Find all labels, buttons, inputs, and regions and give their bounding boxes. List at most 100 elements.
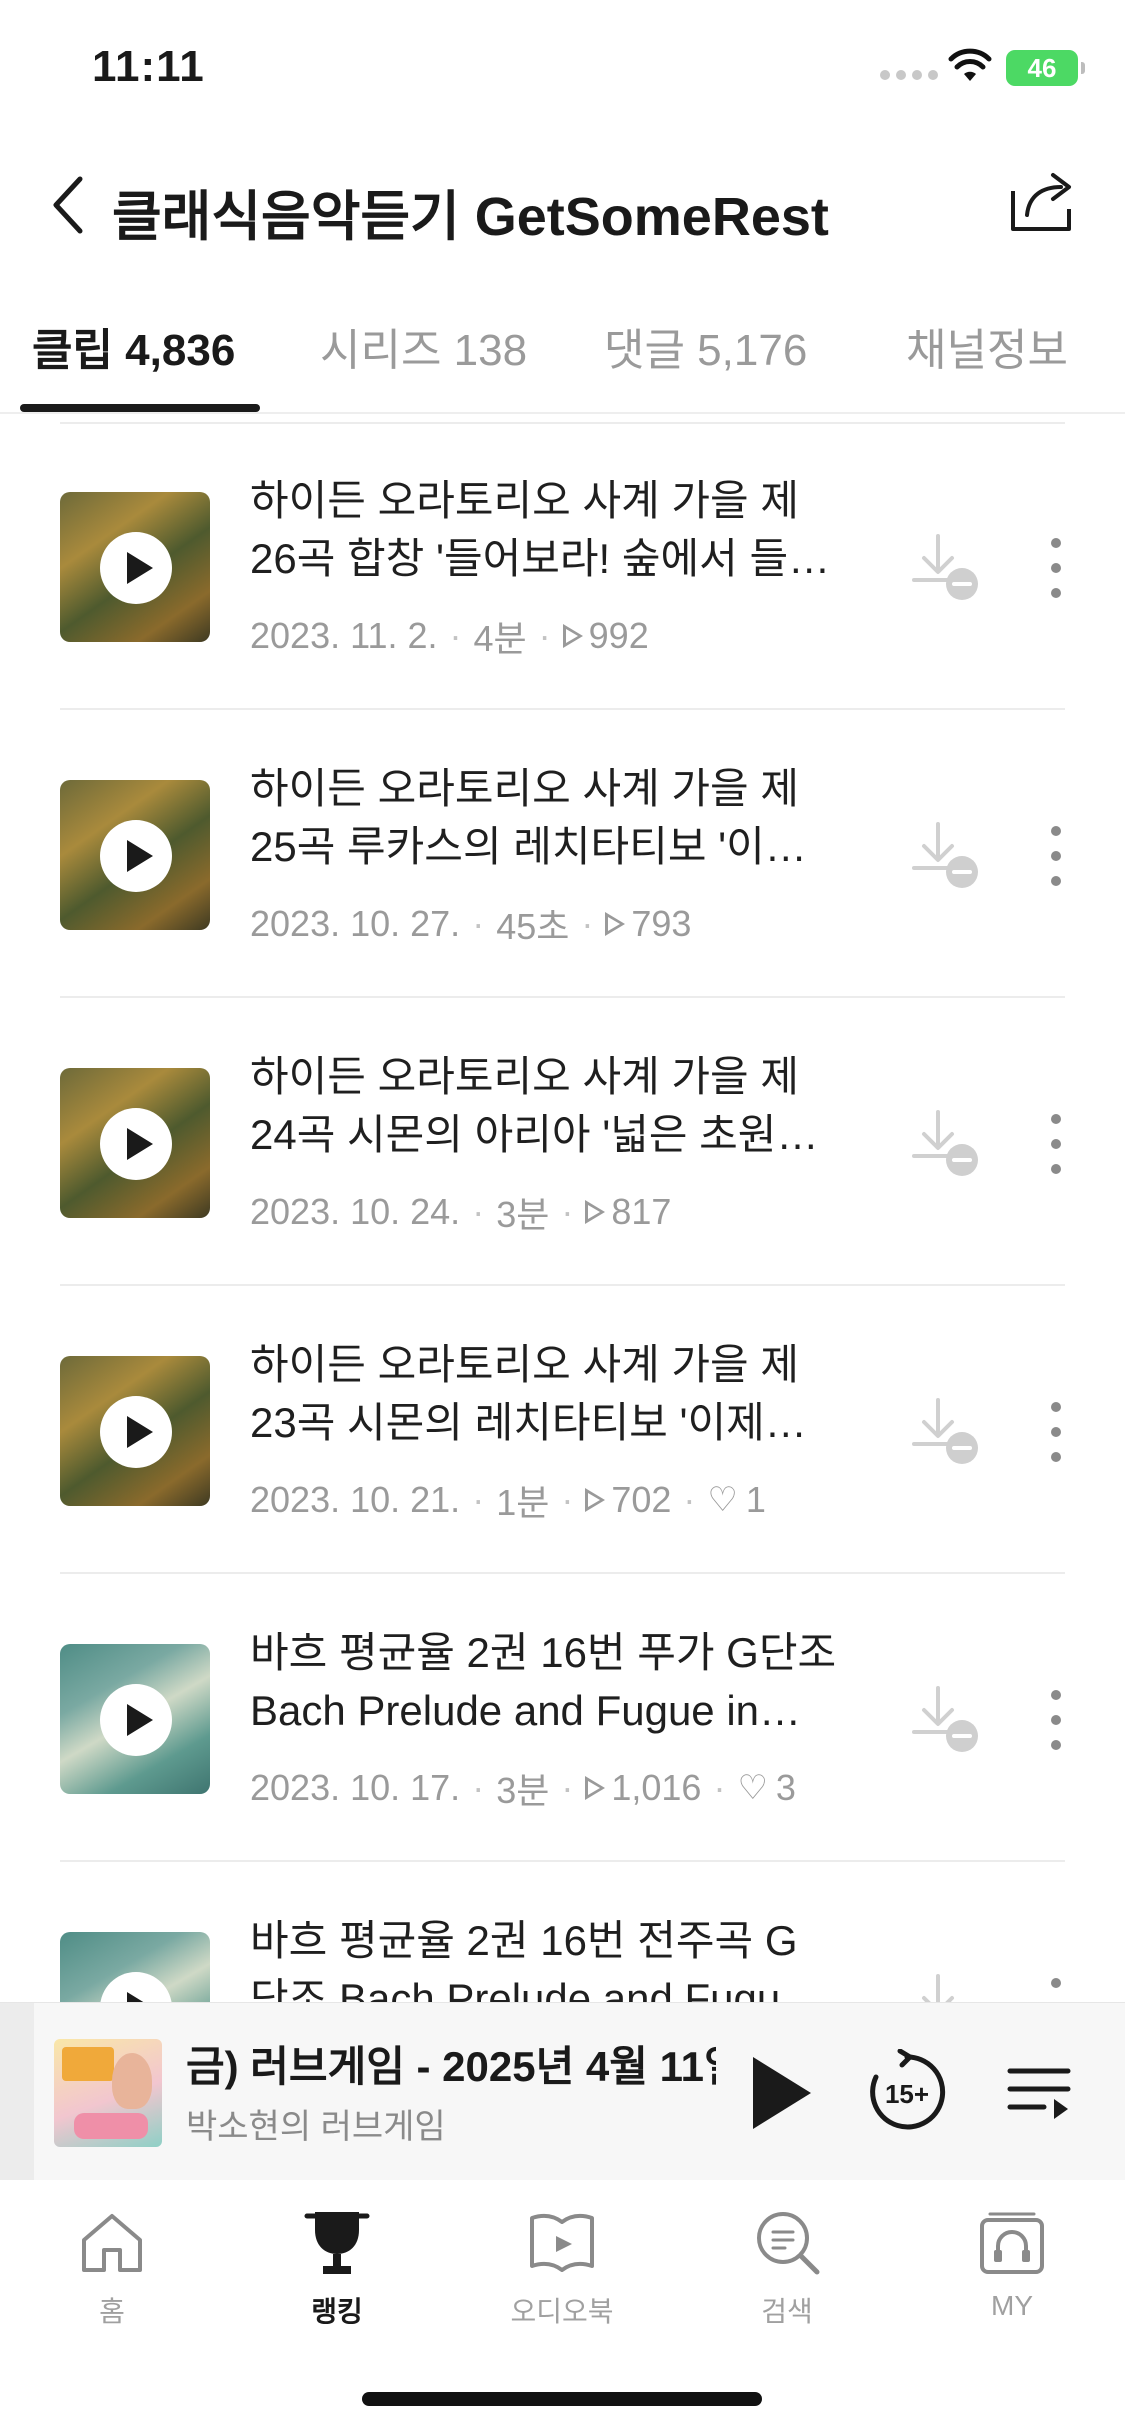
- headphones-icon: [980, 2212, 1044, 2274]
- clip-duration: 45초: [496, 906, 570, 947]
- clip-duration: 3분: [496, 1194, 550, 1235]
- clip-likes: 1: [745, 1479, 766, 1520]
- clip-title[interactable]: 하이든 오라토리오 사계 가을 제 25곡 루카스의 레치타티보 '이…: [250, 760, 860, 876]
- list-item[interactable]: 바흐 평균율 2권 16번 푸가 G단조 Bach Prelude and Fu…: [0, 1574, 1125, 1862]
- tab-bar: 클립 4,836 시리즈 138 댓글 5,176 채널정보: [0, 300, 1125, 414]
- download-disabled-icon[interactable]: [908, 530, 988, 610]
- clip-plays: 992: [588, 615, 649, 656]
- heart-icon: ♡: [707, 1481, 738, 1519]
- nav-search[interactable]: 검색: [707, 2206, 867, 2346]
- clip-title-line: 바흐 평균율 2권 16번 전주곡 G: [250, 1917, 798, 1964]
- list-item[interactable]: 하이든 오라토리오 사계 가을 제 23곡 시몬의 레치타티보 '이제… 202…: [0, 1286, 1125, 1574]
- download-disabled-icon[interactable]: [908, 1682, 988, 1762]
- clip-meta: 2023. 10. 17. · 3분 · 1,016 · ♡ 3: [250, 1762, 796, 1814]
- clip-likes: 3: [775, 1767, 796, 1808]
- clip-meta: 2023. 11. 2. · 4분 · 992: [250, 610, 649, 662]
- mini-player-handle[interactable]: [0, 2003, 34, 2181]
- list-item[interactable]: 하이든 오라토리오 사계 가을 제 25곡 루카스의 레치타티보 '이… 202…: [0, 710, 1125, 998]
- clip-thumbnail[interactable]: [60, 780, 210, 930]
- nav-home[interactable]: 홈: [32, 2206, 192, 2346]
- play-icon[interactable]: [100, 1684, 172, 1756]
- home-indicator: [362, 2392, 762, 2406]
- play-icon[interactable]: [100, 820, 172, 892]
- clip-thumbnail[interactable]: [60, 1932, 210, 2002]
- play-icon[interactable]: [100, 1972, 172, 2002]
- nav-label: 오디오북: [510, 2296, 614, 2327]
- tab-comments[interactable]: 댓글 5,176: [604, 314, 807, 378]
- back-button[interactable]: [40, 170, 96, 240]
- clip-date: 2023. 10. 21.: [250, 1479, 461, 1520]
- clip-title[interactable]: 바흐 평균율 2권 16번 푸가 G단조 Bach Prelude and Fu…: [250, 1624, 860, 1740]
- clip-thumbnail[interactable]: [60, 1068, 210, 1218]
- clip-date: 2023. 10. 17.: [250, 1767, 461, 1808]
- clip-thumbnail[interactable]: [60, 1644, 210, 1794]
- more-options-icon[interactable]: [1036, 826, 1076, 886]
- now-playing-cover[interactable]: [54, 2039, 162, 2147]
- chevron-left-icon: [53, 176, 83, 234]
- play-icon[interactable]: [100, 1108, 172, 1180]
- header: 클래식음악듣기 GetSomeRest: [0, 150, 1125, 260]
- tab-channel-info[interactable]: 채널정보: [906, 314, 1068, 378]
- nav-audiobook[interactable]: 오디오북: [482, 2206, 642, 2346]
- clip-title-line: 하이든 오라토리오 사계 가을 제: [250, 765, 799, 812]
- status-time: 11:11: [92, 42, 205, 91]
- clip-duration: 3분: [496, 1770, 550, 1811]
- clip-title[interactable]: 하이든 오라토리오 사계 가을 제 24곡 시몬의 아리아 '넓은 초원…: [250, 1048, 860, 1164]
- play-icon[interactable]: [100, 532, 172, 604]
- wifi-icon: [948, 48, 992, 81]
- clip-title[interactable]: 바흐 평균율 2권 16번 전주곡 G 단조 Bach Prelude and …: [250, 1912, 860, 2002]
- download-disabled-icon[interactable]: [908, 1970, 988, 2002]
- clip-plays: 702: [611, 1479, 672, 1520]
- battery-icon: 46: [1006, 50, 1085, 86]
- more-options-icon[interactable]: [1036, 538, 1076, 598]
- clip-title-line: 하이든 오라토리오 사계 가을 제: [250, 477, 799, 524]
- nav-ranking[interactable]: 랭킹: [257, 2206, 417, 2346]
- nav-my[interactable]: MY: [932, 2206, 1092, 2346]
- audiobook-icon: [530, 2213, 594, 2272]
- share-button[interactable]: [1006, 164, 1080, 238]
- now-playing-title[interactable]: 금) 러브게임 - 2025년 4월 11일: [186, 2033, 716, 2094]
- clip-date: 2023. 10. 27.: [250, 903, 461, 944]
- play-button[interactable]: [740, 2047, 824, 2139]
- status-bar: 11:11 46: [0, 0, 1125, 140]
- play-icon[interactable]: [100, 1396, 172, 1468]
- download-disabled-icon[interactable]: [908, 818, 988, 898]
- mini-player[interactable]: 금) 러브게임 - 2025년 4월 11일 박소현의 러브게임 15+: [0, 2002, 1125, 2181]
- clip-title-line: 23곡 시몬의 레치타티보 '이제…: [250, 1399, 807, 1446]
- list-item[interactable]: 하이든 오라토리오 사계 가을 제 26곡 합창 '들어보라! 숲에서 들… 2…: [0, 422, 1125, 710]
- clip-thumbnail[interactable]: [60, 1356, 210, 1506]
- download-disabled-icon[interactable]: [908, 1394, 988, 1474]
- clip-title-line: 하이든 오라토리오 사계 가을 제: [250, 1053, 799, 1100]
- trophy-icon: [304, 2212, 370, 2274]
- clip-duration: 1분: [496, 1482, 550, 1523]
- clip-title-line: 하이든 오라토리오 사계 가을 제: [250, 1341, 799, 1388]
- battery-level: 46: [1027, 52, 1057, 83]
- clip-title-line: Bach Prelude and Fugue in…: [250, 1687, 802, 1734]
- list-item[interactable]: 하이든 오라토리오 사계 가을 제 24곡 시몬의 아리아 '넓은 초원… 20…: [0, 998, 1125, 1286]
- clip-thumbnail[interactable]: [60, 492, 210, 642]
- play-count-icon: [562, 624, 583, 648]
- clip-list[interactable]: 하이든 오라토리오 사계 가을 제 26곡 합창 '들어보라! 숲에서 들… 2…: [0, 422, 1125, 2002]
- skip-label: 15+: [885, 2079, 929, 2109]
- clip-title[interactable]: 하이든 오라토리오 사계 가을 제 23곡 시몬의 레치타티보 '이제…: [250, 1336, 860, 1452]
- list-item[interactable]: 바흐 평균율 2권 16번 전주곡 G 단조 Bach Prelude and …: [0, 1862, 1125, 2002]
- play-count-icon: [585, 1776, 606, 1800]
- clip-title-line: 25곡 루카스의 레치타티보 '이…: [250, 823, 807, 870]
- search-icon: [757, 2212, 820, 2275]
- page-title: 클래식음악듣기 GetSomeRest: [112, 187, 829, 247]
- download-disabled-icon[interactable]: [908, 1106, 988, 1186]
- more-options-icon[interactable]: [1036, 1978, 1076, 2002]
- nav-label: 랭킹: [311, 2296, 363, 2327]
- clip-title[interactable]: 하이든 오라토리오 사계 가을 제 26곡 합창 '들어보라! 숲에서 들…: [250, 472, 860, 588]
- clip-date: 2023. 11. 2.: [250, 615, 438, 656]
- more-options-icon[interactable]: [1036, 1402, 1076, 1462]
- clip-meta: 2023. 10. 21. · 1분 · 702 · ♡ 1: [250, 1474, 766, 1526]
- tab-clips[interactable]: 클립 4,836: [32, 314, 235, 378]
- playlist-icon[interactable]: [1004, 2057, 1074, 2127]
- nav-label: 홈: [99, 2296, 125, 2327]
- clip-title-line: 단조 Bach Prelude and Fugu…: [250, 1975, 823, 2002]
- more-options-icon[interactable]: [1036, 1690, 1076, 1750]
- tab-series[interactable]: 시리즈 138: [320, 314, 527, 378]
- skip-forward-15-icon[interactable]: 15+: [864, 2049, 950, 2135]
- more-options-icon[interactable]: [1036, 1114, 1076, 1174]
